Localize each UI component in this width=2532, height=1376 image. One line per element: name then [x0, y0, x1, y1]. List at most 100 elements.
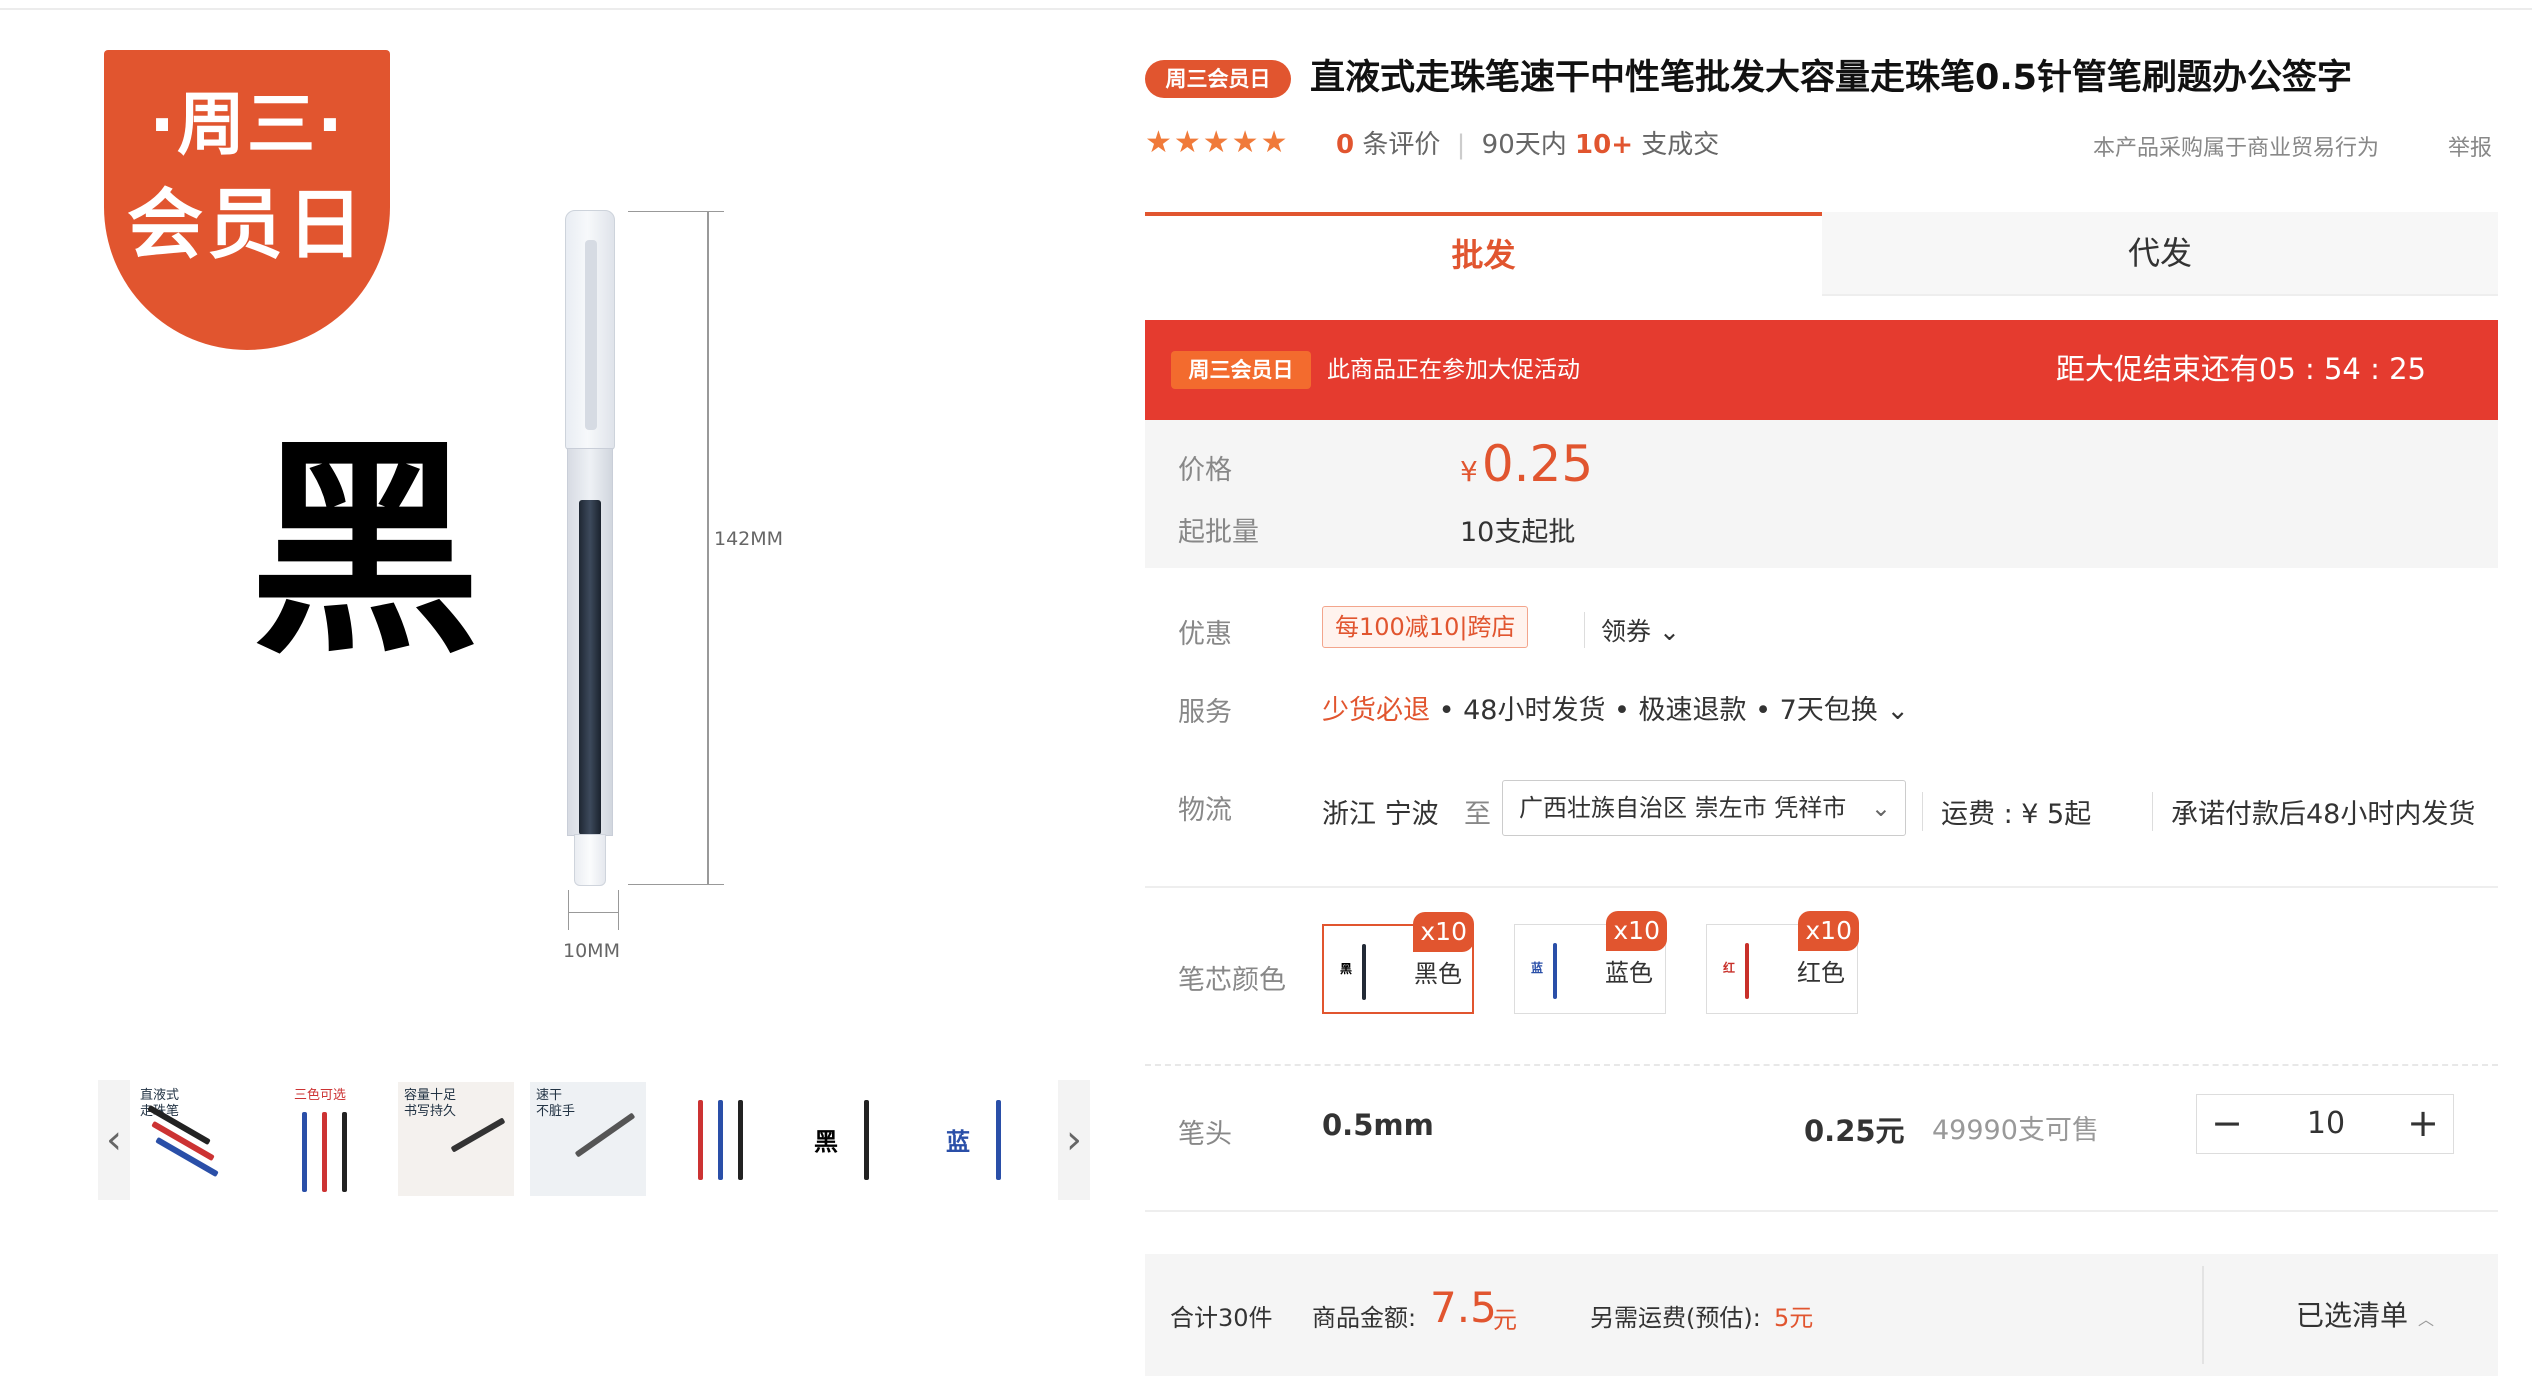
chevron-down-icon: ⌄ — [1870, 794, 1891, 822]
shipping-promise: 承诺付款后48小时内发货 — [2152, 792, 2475, 831]
thumbnail-pen — [738, 1100, 743, 1180]
thumbnail-5[interactable] — [662, 1082, 778, 1196]
thumbnail-pen — [322, 1112, 327, 1192]
dimension-line-length — [707, 212, 709, 885]
thumbnail-next-button[interactable]: › — [1058, 1080, 1090, 1200]
promo-tag: 周三会员日 — [1171, 351, 1311, 389]
total-items: 合计30件 — [1170, 1304, 1273, 1332]
decrease-quantity-button[interactable]: − — [2197, 1095, 2257, 1153]
thumbnail-prev-button[interactable]: ‹ — [98, 1080, 130, 1200]
section-divider — [1145, 1064, 2498, 1066]
color-option-label: 蓝色 — [1605, 959, 1653, 987]
promo-text: 此商品正在参加大促活动 — [1327, 357, 1580, 383]
service-label: 服务 — [1178, 697, 1232, 728]
thumbnail-pen — [574, 1112, 636, 1158]
thumbnail-3[interactable]: 容量十足 书写持久 — [398, 1082, 514, 1196]
thumbnail-pen — [698, 1100, 703, 1180]
promo-countdown: 距大促结束还有05 : 54 : 25 — [2055, 352, 2426, 386]
quantity-input[interactable]: 10 — [2257, 1095, 2395, 1153]
increase-quantity-button[interactable]: + — [2393, 1095, 2453, 1153]
thumbnail-char: 蓝 — [946, 1127, 970, 1156]
report-link[interactable]: 举报 — [2448, 130, 2492, 162]
dimension-length-label: 142MM — [714, 528, 784, 550]
thumbnail-pen — [450, 1117, 506, 1153]
badge-line1: ·周三· — [149, 86, 345, 165]
thumbnail-caption: 三色可选 — [294, 1088, 347, 1103]
moq-value: 10支起批 — [1460, 517, 1576, 548]
selected-list-button[interactable]: 已选清单 ︿ — [2296, 1294, 2434, 1334]
thumbnail-6[interactable]: 黑 — [794, 1082, 910, 1196]
promo-banner: 周三会员日 此商品正在参加大促活动 距大促结束还有05 : 54 : 25 — [1145, 320, 2498, 420]
thumbnail-caption: 速干 不脏手 — [536, 1088, 576, 1119]
nib-label: 笔头 — [1178, 1119, 1232, 1150]
chevron-right-icon: › — [1066, 1117, 1082, 1163]
moq-label: 起批量 — [1178, 517, 1259, 548]
refill-color-label: 笔芯颜色 — [1178, 965, 1286, 996]
thumbnail-pen — [302, 1112, 307, 1192]
sales-suffix: 支成交 — [1641, 130, 1720, 160]
ship-to-label: 至 — [1464, 799, 1491, 830]
shipping-estimate-value: 5元 — [1774, 1304, 1814, 1332]
color-thumb-icon: 蓝 — [1531, 943, 1559, 999]
thumbnail-2[interactable]: 三色可选 — [266, 1082, 382, 1196]
rating-summary: 0 条评价 | 90天内 10+ 支成交 — [1336, 128, 1719, 162]
tab-wholesale[interactable]: 批发 — [1145, 212, 1822, 296]
dimension-tick — [618, 890, 619, 930]
thumbnail-pen — [718, 1100, 723, 1180]
thumbnail-1[interactable]: 直液式 走珠笔 — [134, 1082, 250, 1196]
rating-separator: | — [1456, 130, 1466, 160]
coupon-badge[interactable]: 每100减10|跨店 — [1322, 606, 1529, 648]
section-divider — [1145, 886, 2498, 888]
thumbnail-pen — [996, 1100, 1001, 1180]
price-label: 价格 — [1178, 455, 1232, 486]
color-option-blue[interactable]: 蓝 蓝色 x10 — [1514, 911, 1667, 1014]
nib-size: 0.5mm — [1322, 1108, 1434, 1142]
price-amount: 0.25 — [1481, 435, 1594, 493]
thumbnail-7[interactable]: 蓝 — [926, 1082, 1042, 1196]
color-thumb-icon: 红 — [1723, 943, 1751, 999]
dimension-tick — [628, 884, 724, 885]
chevron-up-icon: ︿ — [2418, 1310, 2435, 1329]
footer-divider — [2202, 1266, 2204, 1364]
color-thumb-pen — [1362, 944, 1366, 1000]
product-title: 直液式走珠笔速干中性笔批发大容量走珠笔0.5针管笔刷题办公签字 — [1310, 58, 2353, 98]
color-qty-badge: x10 — [1413, 912, 1474, 952]
dimension-tick — [568, 890, 569, 930]
price-value: ¥0.25 — [1460, 434, 1593, 502]
color-thumb-char: 蓝 — [1531, 961, 1544, 975]
selected-list-label: 已选清单 — [2296, 1299, 2409, 1332]
thumbnail-char: 黑 — [814, 1127, 838, 1156]
color-thumb-pen — [1553, 943, 1557, 999]
price-box — [1145, 420, 2498, 568]
member-day-tag: 周三会员日 — [1145, 60, 1291, 98]
review-count: 0 — [1336, 130, 1355, 160]
color-option-red[interactable]: 红 红色 x10 — [1706, 911, 1859, 1014]
amount-value: 7.5 — [1430, 1283, 1497, 1332]
badge-line2: 会员日 — [127, 180, 367, 269]
logistics-label: 物流 — [1178, 795, 1232, 826]
pen-clip-image — [585, 240, 597, 430]
thumbnail-4[interactable]: 速干 不脏手 — [530, 1082, 646, 1196]
color-thumb-pen — [1745, 943, 1749, 999]
currency-symbol: ¥ — [1460, 455, 1478, 488]
business-trade-note: 本产品采购属于商业贸易行为 — [2093, 136, 2380, 161]
destination-select[interactable]: 广西壮族自治区 崇左市 凭祥市 ⌄ — [1502, 780, 1906, 836]
chevron-left-icon: ‹ — [106, 1117, 122, 1163]
shipping-estimate-label: 另需运费(预估): — [1590, 1304, 1761, 1332]
color-qty-badge: x10 — [1606, 911, 1667, 951]
service-highlight: 少货必退 — [1322, 695, 1430, 726]
color-thumb-char: 红 — [1723, 961, 1736, 975]
sales-prefix: 90天内 — [1481, 130, 1567, 160]
service-list[interactable]: 少货必退 • 48小时发货 • 极速退款 • 7天包换 ⌄ — [1322, 688, 1909, 727]
top-divider — [0, 0, 2532, 10]
quantity-stepper: − 10 + — [2196, 1094, 2454, 1154]
destination-value: 广西壮族自治区 崇左市 凭祥市 — [1519, 794, 1847, 822]
thumbnail-pen — [342, 1112, 347, 1192]
tab-dropship[interactable]: 代发 — [1822, 212, 2498, 296]
review-label: 条评价 — [1362, 130, 1441, 160]
color-option-black[interactable]: 黑 黑色 x10 — [1322, 912, 1474, 1014]
amount-unit: 元 — [1493, 1306, 1517, 1334]
get-coupon-dropdown[interactable]: 领券 ⌄ — [1584, 612, 1680, 648]
ship-origin: 浙江 宁波 — [1322, 799, 1439, 830]
wednesday-member-day-badge: ·周三· 会员日 — [104, 50, 390, 350]
